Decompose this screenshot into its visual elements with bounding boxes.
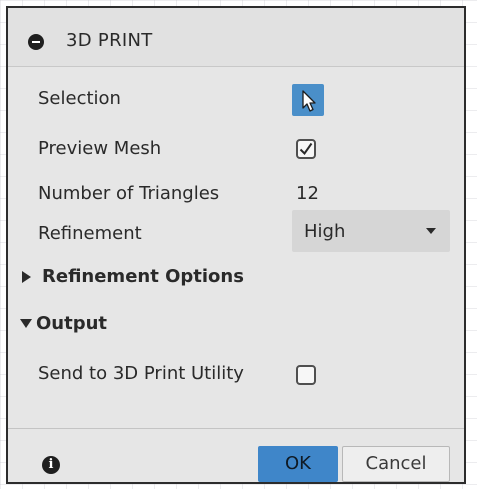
output-header[interactable]: Output — [36, 313, 107, 334]
refinement-options-header[interactable]: Refinement Options — [42, 266, 244, 287]
collapse-down-icon[interactable] — [20, 319, 32, 328]
cancel-button[interactable]: Cancel — [342, 446, 450, 482]
preview-mesh-label: Preview Mesh — [38, 138, 162, 159]
dialog-title: 3D PRINT — [66, 30, 153, 51]
footer-divider — [8, 428, 464, 429]
selection-button[interactable] — [292, 84, 324, 116]
info-icon[interactable]: i — [42, 456, 60, 474]
ok-button[interactable]: OK — [258, 446, 338, 482]
preview-mesh-checkbox[interactable] — [296, 139, 316, 159]
checkmark-icon — [299, 142, 313, 156]
triangles-value: 12 — [296, 183, 319, 204]
selection-label: Selection — [38, 88, 121, 109]
cursor-arrow-icon — [302, 90, 316, 112]
refinement-value: High — [304, 221, 346, 242]
minus-circle-icon[interactable] — [28, 34, 44, 50]
dialog-titlebar: 3D PRINT — [8, 8, 464, 67]
triangles-label: Number of Triangles — [38, 183, 220, 204]
chevron-down-icon — [426, 228, 436, 234]
send-to-utility-checkbox[interactable] — [296, 365, 316, 385]
refinement-dropdown[interactable]: High — [292, 210, 450, 252]
3d-print-dialog: 3D PRINT Selection Preview Mesh Number o… — [6, 6, 466, 484]
refinement-label: Refinement — [38, 223, 142, 244]
send-to-utility-label: Send to 3D Print Utility — [38, 363, 244, 384]
expand-right-icon[interactable] — [22, 271, 31, 283]
